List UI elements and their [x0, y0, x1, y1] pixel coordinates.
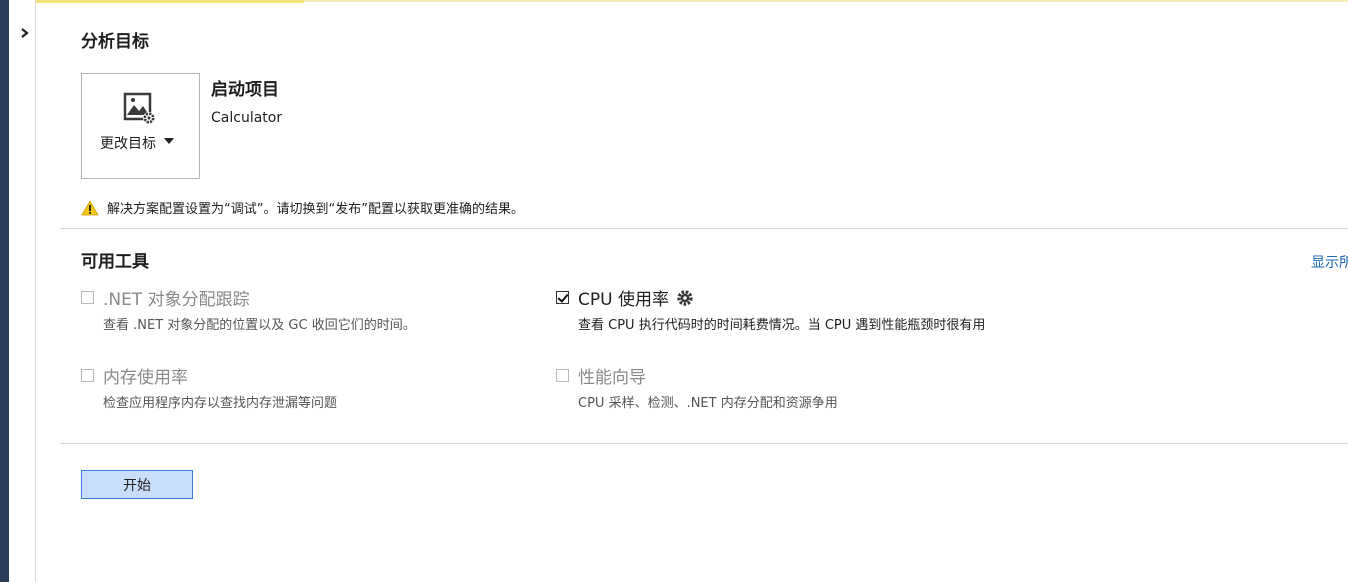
chevron-right-icon[interactable]: [18, 26, 32, 40]
tool-performance-wizard-description: CPU 采样、检测、.NET 内存分配和资源争用: [578, 396, 838, 411]
tool-performance-wizard-head: 性能向导: [556, 363, 1026, 388]
tool-cpu-usage-description: 查看 CPU 执行代码时的时间耗费情况。当 CPU 遇到性能瓶颈时很有用: [578, 318, 986, 333]
caret-down-icon: [164, 138, 174, 144]
tool-performance-wizard-checkbox[interactable]: [556, 369, 569, 382]
section-divider-top: [60, 228, 1348, 229]
show-all-tools-link[interactable]: 显示所: [1311, 252, 1348, 272]
diagnostics-hub-page: 分析目标 更改目标 启动项目 Calculator 解决方案配置设置为“调试”。…: [0, 0, 1348, 582]
tool-dotnet-object-allocation-label: .NET 对象分配跟踪: [103, 290, 250, 310]
tool-performance-wizard-label: 性能向导: [578, 368, 646, 388]
available-tools-title: 可用工具: [81, 252, 149, 272]
start-button[interactable]: 开始: [81, 470, 193, 499]
tool-memory-usage-label: 内存使用率: [103, 368, 188, 388]
section-divider-bottom: [60, 443, 1348, 444]
analysis-target-title: 分析目标: [81, 32, 149, 52]
tool-cpu-usage-checkbox[interactable]: [556, 291, 569, 304]
main-content: 分析目标 更改目标 启动项目 Calculator 解决方案配置设置为“调试”。…: [36, 0, 1348, 582]
startup-project-name: Calculator: [211, 110, 283, 126]
change-target-label: 更改目标: [100, 136, 156, 152]
tool-memory-usage: 内存使用率 检查应用程序内存以查找内存泄漏等问题: [81, 363, 501, 414]
tool-memory-usage-head: 内存使用率: [81, 363, 501, 388]
tool-cpu-usage-head: CPU 使用率: [556, 285, 1026, 310]
target-settings-icon: [123, 92, 155, 124]
tool-memory-usage-description: 检查应用程序内存以查找内存泄漏等问题: [103, 396, 338, 411]
gear-icon[interactable]: [676, 289, 694, 307]
warning-text: 解决方案配置设置为“调试”。请切换到“发布”配置以获取更准确的结果。: [107, 202, 524, 217]
collapsed-side-panel: [9, 0, 36, 582]
change-target-button[interactable]: 更改目标: [81, 73, 200, 179]
tool-cpu-usage-label: CPU 使用率: [578, 290, 669, 310]
tool-performance-wizard: 性能向导 CPU 采样、检测、.NET 内存分配和资源争用: [556, 363, 1026, 414]
tool-dotnet-object-allocation-head: .NET 对象分配跟踪: [81, 285, 501, 310]
tool-dotnet-object-allocation-description: 查看 .NET 对象分配的位置以及 GC 收回它们的时间。: [103, 318, 416, 333]
startup-project-title: 启动项目: [211, 80, 279, 100]
warning-icon: [81, 199, 99, 215]
tool-cpu-usage: CPU 使用率 查看 CPU 执行代码时的时间耗费情况。当 CPU 遇到性能瓶颈…: [556, 285, 1026, 336]
tool-dotnet-object-allocation-checkbox[interactable]: [81, 291, 94, 304]
tool-dotnet-object-allocation: .NET 对象分配跟踪 查看 .NET 对象分配的位置以及 GC 收回它们的时间…: [81, 285, 501, 336]
change-target-label-row: 更改目标: [100, 133, 174, 153]
left-edge-strip: [0, 0, 9, 582]
tool-memory-usage-checkbox[interactable]: [81, 369, 94, 382]
configuration-warning: 解决方案配置设置为“调试”。请切换到“发布”配置以获取更准确的结果。: [81, 198, 524, 217]
